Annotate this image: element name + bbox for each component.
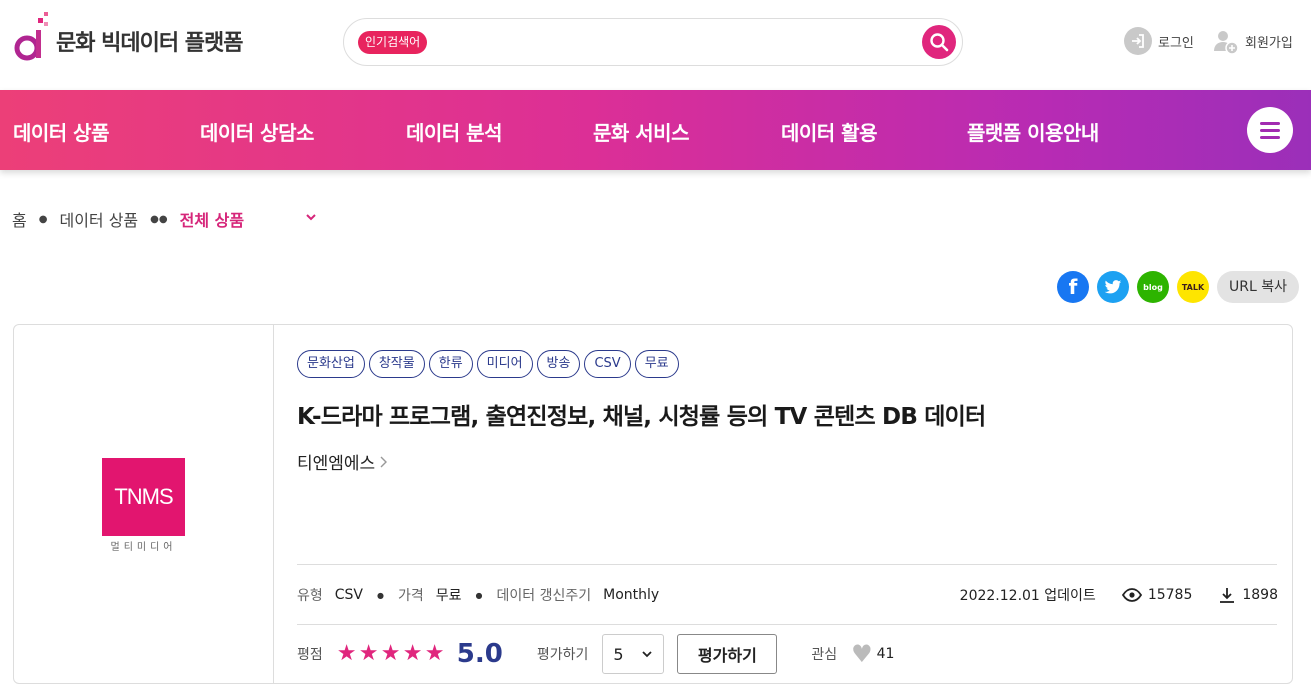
nav-item-data-usage[interactable]: 데이터 활용 <box>781 117 877 146</box>
login-icon <box>1124 27 1152 55</box>
tag-item[interactable]: 미디어 <box>476 350 533 378</box>
rating-row: 평점 ★ ★ ★ ★ ★ 5.0 평가하기 5 평가하기 관심 ♥ 41 <box>297 634 894 674</box>
provider-name: 티엔엠에스 <box>297 454 376 474</box>
tag-item[interactable]: 창작물 <box>368 350 425 378</box>
updated-date: 2022.12.01 업데이트 <box>959 588 1096 604</box>
popular-keyword-badge[interactable]: 인기검색어 <box>358 31 428 54</box>
facebook-share-button[interactable]: f <box>1057 271 1089 303</box>
search-input[interactable] <box>440 27 900 57</box>
share-bar: f blog TALK URL 복사 <box>1057 271 1299 303</box>
search-icon <box>930 33 949 52</box>
logo-icon <box>14 12 48 61</box>
tag-item[interactable]: 문화산업 <box>297 350 365 378</box>
product-thumbnail: TNMS 멀티미디어 <box>14 325 274 683</box>
url-copy-button[interactable]: URL 복사 <box>1217 271 1299 303</box>
tag-list: 문화산업 창작물 한류 미디어 방송 CSV 무료 <box>297 350 679 378</box>
provider-logo-subtitle: 멀티미디어 <box>110 542 177 553</box>
naver-blog-share-button[interactable]: blog <box>1137 271 1169 303</box>
nav-item-data-products[interactable]: 데이터 상품 <box>13 117 109 146</box>
favorite-count: 41 <box>876 646 895 662</box>
star-icon: ★ <box>424 641 445 666</box>
star-icon: ★ <box>402 641 423 666</box>
tag-item[interactable]: CSV <box>584 350 631 378</box>
breadcrumb-current[interactable]: 전체 상품 <box>180 207 244 231</box>
breadcrumb-dropdown-toggle[interactable] <box>304 209 318 228</box>
star-icon: ★ <box>380 641 401 666</box>
download-icon <box>1220 588 1235 603</box>
header: 문화 빅데이터 플랫폼 인기검색어 로그인 회원가입 <box>0 0 1311 90</box>
price-value: 무료 <box>435 588 462 604</box>
type-value: CSV <box>334 587 364 603</box>
add-user-icon <box>1211 27 1239 55</box>
cycle-value: Monthly <box>603 587 660 603</box>
tag-item[interactable]: 무료 <box>634 350 679 378</box>
view-count: 15785 <box>1121 587 1193 603</box>
heart-icon[interactable]: ♥ <box>851 640 873 668</box>
nav-item-data-analysis[interactable]: 데이터 분석 <box>406 117 502 146</box>
chevron-right-icon <box>380 456 388 467</box>
twitter-icon <box>1104 279 1122 293</box>
facebook-icon: f <box>1068 275 1078 299</box>
view-count-value: 15785 <box>1147 587 1193 603</box>
eye-icon <box>1121 588 1142 602</box>
product-meta: 유형 CSV ● 가격 무료 ● 데이터 갱신주기 Monthly <box>297 587 660 604</box>
star-icon: ★ <box>336 641 357 666</box>
search-button[interactable] <box>922 25 956 59</box>
nav-item-platform-guide[interactable]: 플랫폼 이용안내 <box>967 117 1099 146</box>
provider-logo: TNMS <box>102 458 185 536</box>
rating-select[interactable]: 5 <box>602 634 665 674</box>
rating-score: 5.0 <box>456 639 503 669</box>
logo-text: 문화 빅데이터 플랫폼 <box>56 31 243 56</box>
tag-item[interactable]: 방송 <box>536 350 581 378</box>
kakaotalk-share-button[interactable]: TALK <box>1177 271 1209 303</box>
site-logo[interactable]: 문화 빅데이터 플랫폼 <box>12 12 243 62</box>
rating-stars: ★ ★ ★ ★ ★ <box>337 643 447 665</box>
rate-label: 평가하기 <box>536 647 589 663</box>
tag-item[interactable]: 한류 <box>428 350 473 378</box>
twitter-share-button[interactable] <box>1097 271 1129 303</box>
product-title: K-드라마 프로그램, 출연진정보, 채널, 시청률 등의 TV 콘텐츠 DB … <box>297 404 986 430</box>
product-card: TNMS 멀티미디어 문화산업 창작물 한류 미디어 방송 CSV 무료 K-드… <box>13 324 1293 684</box>
login-label: 로그인 <box>1158 35 1194 51</box>
chevron-down-icon <box>306 214 316 221</box>
divider <box>297 564 1277 565</box>
star-icon: ★ <box>358 641 379 666</box>
main-nav: 데이터 상품 데이터 상담소 데이터 분석 문화 서비스 데이터 활용 플랫폼 … <box>0 90 1311 170</box>
search-bar: 인기검색어 <box>343 18 963 66</box>
rating-select-value: 5 <box>613 644 624 664</box>
download-count-value: 1898 <box>1242 587 1278 603</box>
rating-label: 평점 <box>297 647 323 663</box>
breadcrumb-level1[interactable]: 데이터 상품 <box>59 207 138 231</box>
provider-link[interactable]: 티엔엠에스 <box>297 449 389 474</box>
breadcrumb-home[interactable]: 홈 <box>12 207 27 231</box>
cycle-label: 데이터 갱신주기 <box>496 588 592 604</box>
chevron-down-icon <box>642 651 652 658</box>
blog-icon: blog <box>1143 282 1163 292</box>
divider <box>297 624 1277 625</box>
submit-rating-button[interactable]: 평가하기 <box>677 634 778 674</box>
download-count: 1898 <box>1218 586 1278 604</box>
favorite-label: 관심 <box>811 647 838 663</box>
nav-item-data-consulting[interactable]: 데이터 상담소 <box>200 117 314 146</box>
type-label: 유형 <box>297 588 323 604</box>
kakaotalk-icon: TALK <box>1181 282 1205 292</box>
menu-button[interactable] <box>1247 107 1293 153</box>
breadcrumb: 홈 ● 데이터 상품 ●● 전체 상품 <box>12 207 244 231</box>
product-stats: 2022.12.01 업데이트 15785 1898 <box>960 585 1278 605</box>
price-label: 가격 <box>398 588 424 604</box>
nav-item-culture-service[interactable]: 문화 서비스 <box>593 117 689 146</box>
signup-label: 회원가입 <box>1245 35 1293 51</box>
hamburger-icon <box>1260 121 1280 125</box>
signup-link[interactable]: 회원가입 <box>1211 27 1293 55</box>
login-link[interactable]: 로그인 <box>1124 27 1194 55</box>
